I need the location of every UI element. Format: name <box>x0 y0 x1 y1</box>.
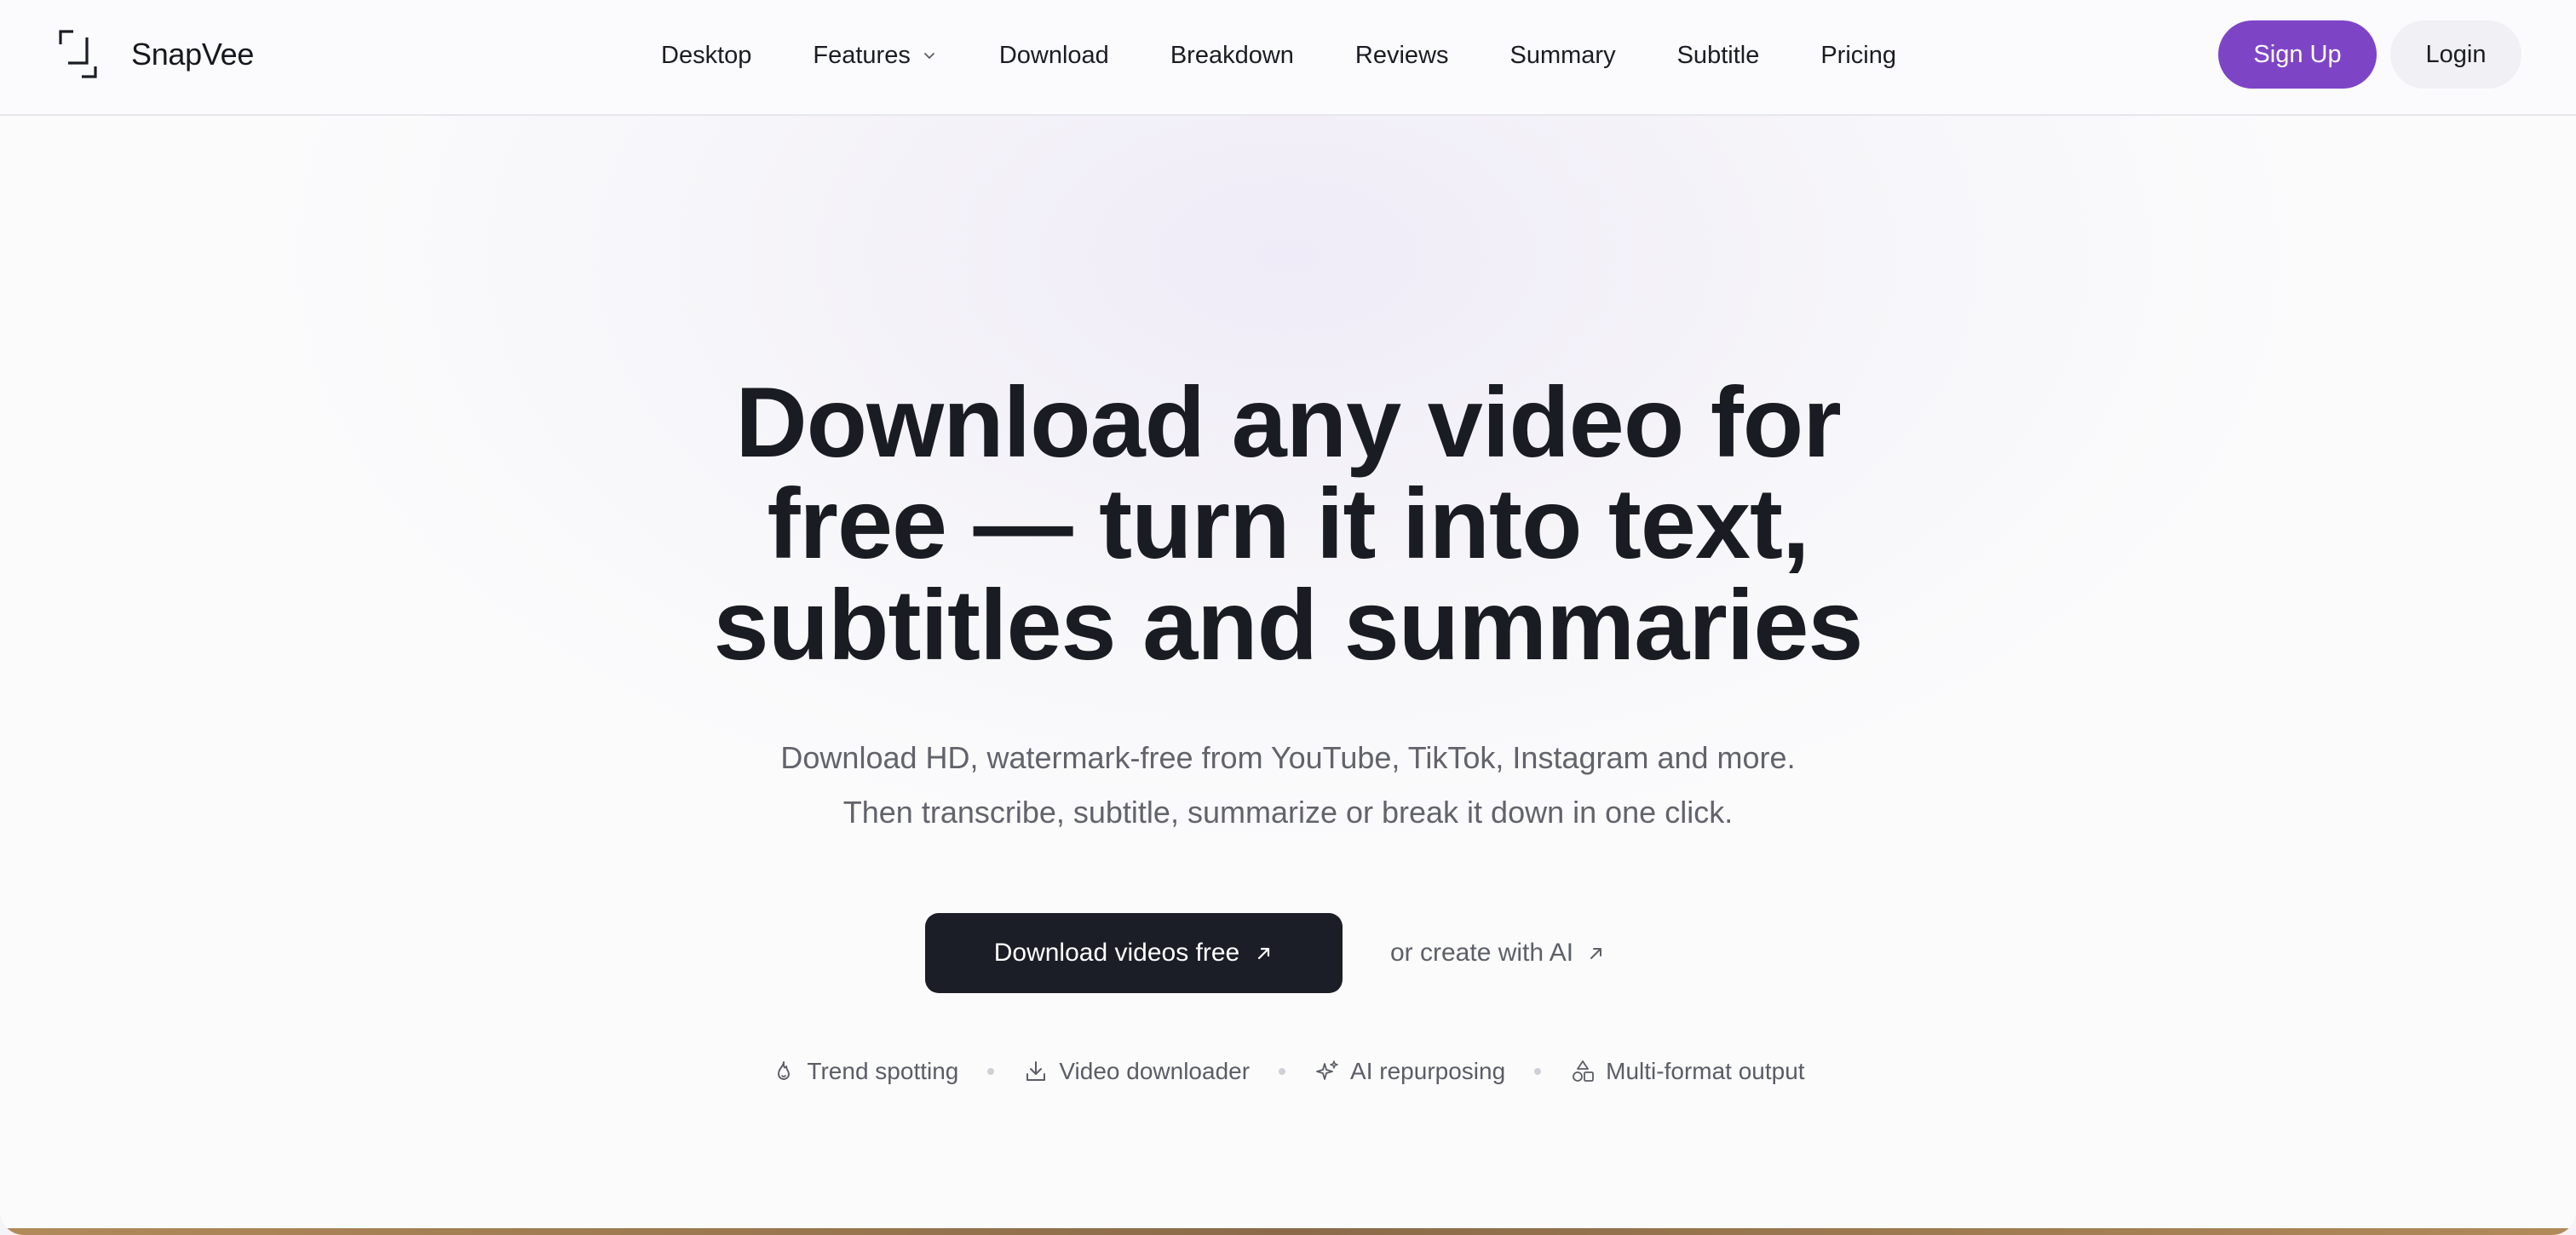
nav-link-label: Reviews <box>1354 41 1449 69</box>
feature-item: Multi-format output <box>1570 1058 1805 1085</box>
logo[interactable]: SnapVee <box>58 27 254 82</box>
feature-label: Multi-format output <box>1606 1058 1805 1084</box>
hero-title-line: Download any video for <box>735 366 1842 478</box>
nav-link-reviews[interactable]: Reviews <box>1355 42 1449 70</box>
window-bottom-edge <box>0 1228 2576 1235</box>
nav-link-download[interactable]: Download <box>999 42 1109 70</box>
download-icon <box>1026 1061 1046 1081</box>
nav-link-breakdown[interactable]: Breakdown <box>1170 42 1294 70</box>
arrow-up-right-icon <box>1590 948 1602 959</box>
nav-link-label: Desktop <box>661 41 752 69</box>
separator-dot <box>1279 1068 1286 1075</box>
separator-dot <box>1534 1068 1542 1075</box>
feature-label: AI repurposing <box>1350 1058 1506 1084</box>
arrow-up-right-icon <box>1258 947 1270 960</box>
hero-title-line: free — turn it into text, <box>767 468 1809 579</box>
nav-link-features[interactable]: Features <box>813 42 937 70</box>
nav-link-label: Features <box>813 41 911 69</box>
nav-link-desktop[interactable]: Desktop <box>661 42 751 70</box>
create-with-ai-link[interactable]: or create with AI <box>1390 939 1606 968</box>
nav-link-pricing[interactable]: Pricing <box>1820 42 1896 70</box>
nav-link-summary[interactable]: Summary <box>1510 42 1616 70</box>
hero-title-line: subtitles and summaries <box>713 569 1864 681</box>
logo-mark-icon <box>59 30 97 78</box>
shapes-icon <box>1573 1060 1595 1082</box>
hero-subtitle-line: Then transcribe, subtitle, summarize or … <box>842 795 1734 830</box>
create-with-ai-label: or create with AI <box>1390 939 1574 967</box>
page: SnapVee Desktop Features Download Breakd… <box>0 0 2576 1235</box>
hero-subtitle: Download HD, watermark-free from YouTube… <box>436 731 2140 840</box>
nav-link-label: Breakdown <box>1170 41 1294 69</box>
feature-item: AI repurposing <box>1314 1058 1505 1085</box>
login-button[interactable]: Login <box>2390 20 2521 89</box>
feature-label: Video downloader <box>1059 1058 1251 1084</box>
download-videos-free-label: Download videos free <box>993 939 1240 967</box>
sparkles-icon <box>1316 1060 1338 1080</box>
cta-row: Download videos free or create with AI <box>925 913 1606 993</box>
download-videos-free-button[interactable]: Download videos free <box>925 913 1343 993</box>
nav-link-label: Pricing <box>1820 41 1896 69</box>
nav-link-label: Subtitle <box>1676 41 1760 69</box>
feature-item: Trend spotting <box>771 1058 958 1085</box>
flame-icon <box>778 1061 791 1080</box>
nav-links: Desktop Features Download Breakdown Revi… <box>661 0 1896 111</box>
separator-dot <box>987 1068 995 1075</box>
feature-label: Trend spotting <box>807 1058 959 1084</box>
sign-up-button[interactable]: Sign Up <box>2218 20 2377 89</box>
hero-subtitle-line: Download HD, watermark-free from YouTube… <box>780 740 1796 775</box>
hero-title: Download any video for free — turn it in… <box>436 371 2140 675</box>
top-nav: SnapVee Desktop Features Download Breakd… <box>0 0 2576 116</box>
nav-link-label: Summary <box>1509 41 1616 69</box>
nav-link-subtitle[interactable]: Subtitle <box>1677 42 1760 70</box>
feature-item: Video downloader <box>1023 1058 1250 1085</box>
feature-list: Trend spotting Video downloader AI repur… <box>741 1053 1835 1090</box>
chevron-down-icon <box>923 53 934 59</box>
brand-name: SnapVee <box>131 37 255 72</box>
nav-link-label: Download <box>998 41 1109 69</box>
